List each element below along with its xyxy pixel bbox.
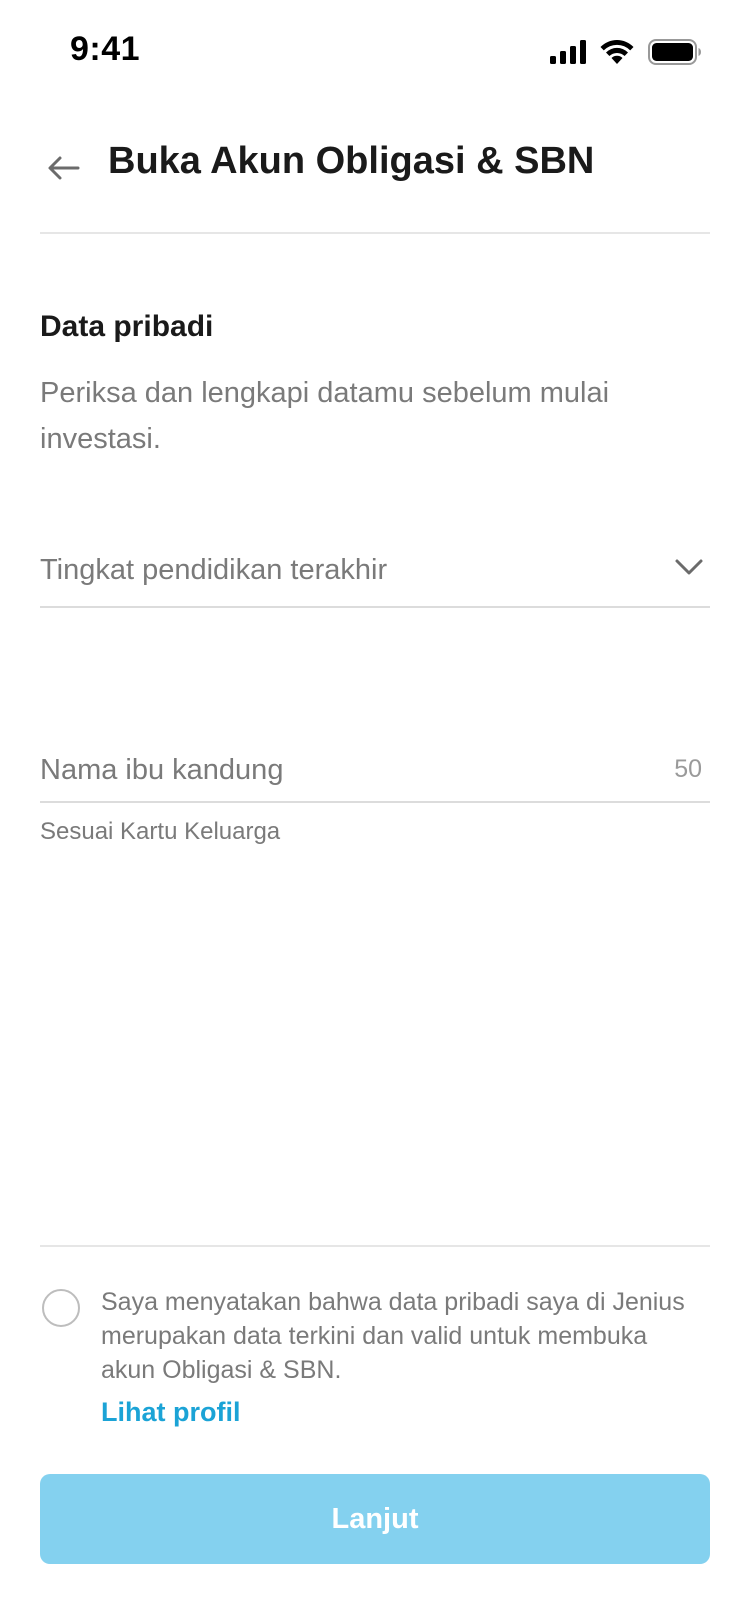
status-icons — [550, 38, 702, 66]
education-dropdown-label: Tingkat pendidikan terakhir — [40, 554, 388, 586]
chevron-down-icon — [675, 559, 703, 575]
view-profile-link[interactable]: Lihat profil — [101, 1397, 240, 1428]
wifi-icon — [600, 40, 634, 64]
status-bar: 9:41 — [0, 0, 750, 100]
page-title: Buka Akun Obligasi & SBN — [108, 140, 595, 182]
arrow-left-icon — [48, 156, 80, 180]
continue-button[interactable]: Lanjut — [40, 1474, 710, 1564]
back-button[interactable] — [40, 144, 88, 192]
consent-section: Saya menyatakan bahwa data pribadi saya … — [40, 1245, 710, 1445]
mother-name-input[interactable] — [40, 745, 600, 795]
section-description: Periksa dan lengkapi datamu sebelum mula… — [40, 377, 610, 455]
app-header: Buka Akun Obligasi & SBN — [40, 130, 710, 234]
mother-name-helper: Sesuai Kartu Keluarga — [40, 818, 281, 845]
status-time: 9:41 — [70, 30, 141, 68]
battery-icon — [648, 39, 701, 65]
char-counter: 50 — [674, 755, 702, 783]
section-title: Data pribadi — [40, 310, 214, 343]
cellular-signal-icon — [550, 40, 586, 64]
consent-text: Saya menyatakan bahwa data pribadi saya … — [101, 1288, 685, 1384]
mother-name-field: 50 — [40, 745, 710, 803]
education-dropdown[interactable]: Tingkat pendidikan terakhir — [40, 550, 710, 608]
consent-checkbox[interactable] — [42, 1289, 80, 1327]
